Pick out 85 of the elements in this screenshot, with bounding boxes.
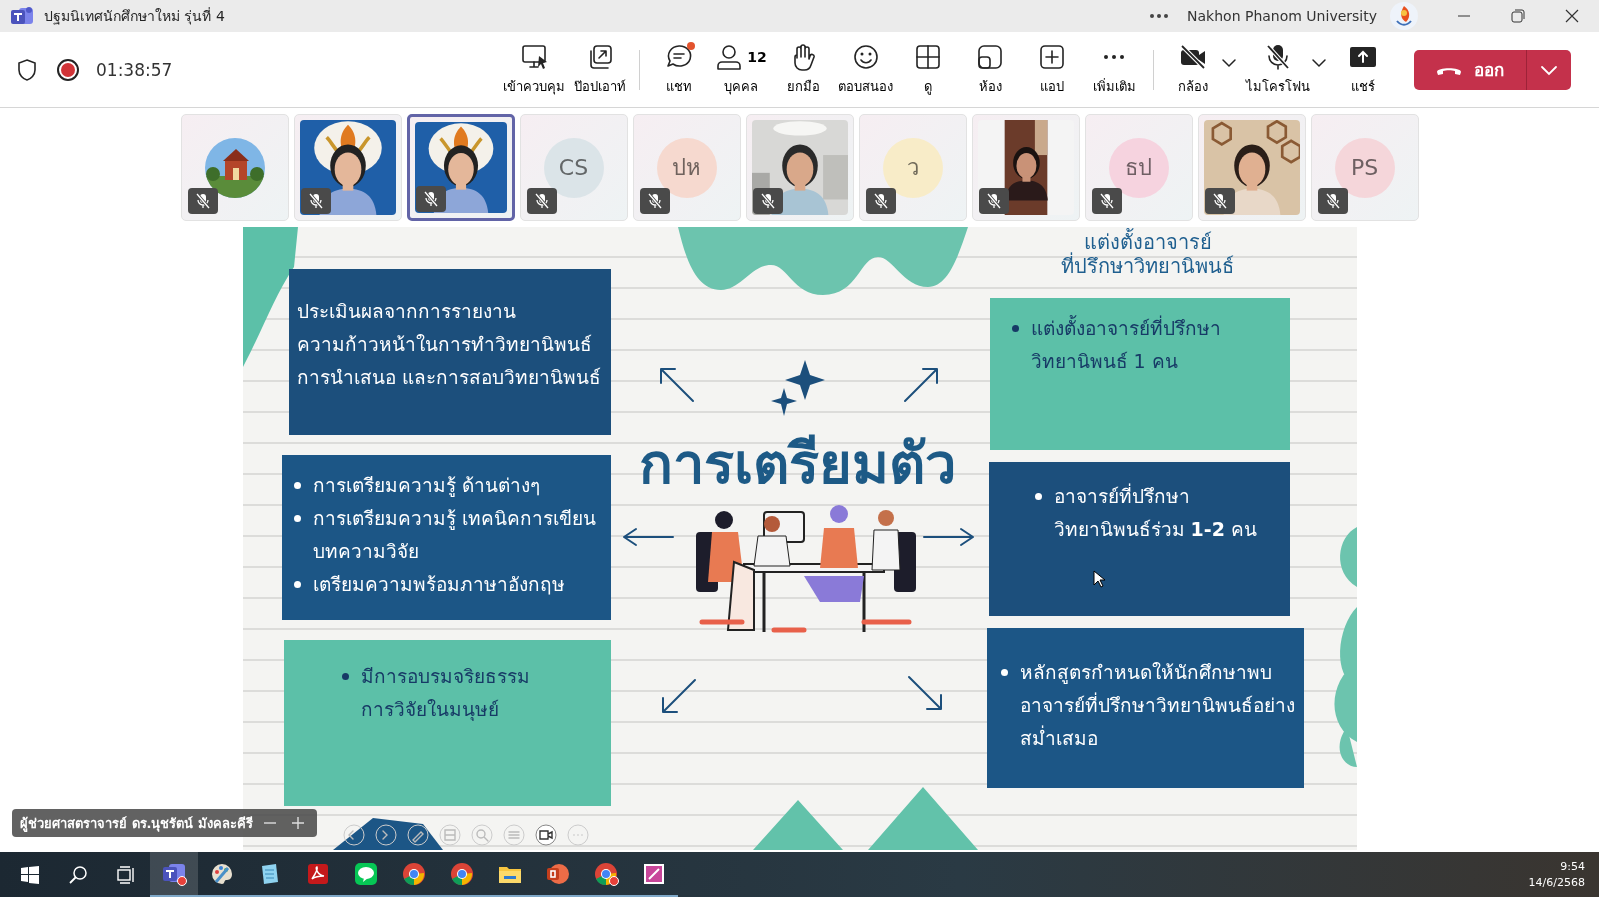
next-icon[interactable] xyxy=(374,824,397,846)
participant-tile[interactable]: ปห xyxy=(632,114,741,221)
bullet-text: เตรียมความพร้อมภาษาอังกฤษ xyxy=(312,572,565,597)
rooms-button[interactable]: ห้อง xyxy=(959,42,1021,97)
mic-off-icon xyxy=(1264,43,1292,71)
plus-icon xyxy=(291,816,305,830)
react-button[interactable]: ตอบสนอง xyxy=(834,42,897,97)
close-icon xyxy=(1565,9,1579,23)
popout-button[interactable]: ป๊อปเอาท์ xyxy=(569,42,631,97)
participant-tile[interactable]: ว xyxy=(858,114,967,221)
screen-cursor-icon xyxy=(520,43,548,71)
bullet-icon xyxy=(1000,669,1008,676)
bullet-text: อาจารย์ที่ปรึกษา วิทยานิพนธ์ร่วม 1-2 คน xyxy=(1053,482,1257,542)
more-icon xyxy=(1103,54,1125,60)
raise-hand-button[interactable]: ยกมือ xyxy=(772,42,834,97)
mouse-pointer-icon xyxy=(1092,570,1105,588)
clock-time: 9:54 xyxy=(1560,858,1585,875)
teams-logo-icon xyxy=(10,6,34,26)
restore-icon xyxy=(1511,9,1525,23)
video-icon[interactable] xyxy=(534,824,557,846)
view-button[interactable]: ดู xyxy=(897,42,959,97)
taskbar-app-button[interactable] xyxy=(150,852,198,897)
people-button[interactable]: 12 บุคคล xyxy=(710,42,772,97)
clock-date: 14/6/2568 xyxy=(1528,874,1585,891)
bullet-text: แต่งตั้งอาจารย์ที่ปรึกษา วิทยานิพนธ์ 1 คน xyxy=(1030,314,1221,374)
bullet-icon xyxy=(1011,325,1019,332)
participant-tile[interactable] xyxy=(406,114,515,221)
previous-icon[interactable] xyxy=(342,824,365,846)
leave-button[interactable]: ออก xyxy=(1414,49,1526,90)
share-button[interactable]: แชร์ xyxy=(1332,42,1394,97)
grid-icon xyxy=(914,43,942,71)
bullet-text: การเตรียมความรู้ ด้านต่างๆ xyxy=(312,473,540,499)
more-icon xyxy=(1149,13,1170,19)
more-button[interactable]: เพิ่มเติม xyxy=(1083,42,1145,97)
camera-button[interactable]: กล้อง xyxy=(1162,42,1224,97)
call-timer: 01:38:57 xyxy=(96,59,173,80)
palette-icon xyxy=(210,861,234,886)
drawing-app-icon xyxy=(642,861,666,886)
arrow-icon xyxy=(620,527,676,547)
windows-icon xyxy=(21,865,39,884)
take-control-button[interactable]: เข้าควบคุม xyxy=(499,42,569,97)
browser-icon xyxy=(450,861,474,886)
participant-tile[interactable]: CS xyxy=(519,114,628,221)
avatar-initials: ว xyxy=(882,137,943,198)
bullet-text: มีการอบรมจริยธรรม การวิจัยในมนุษย์ xyxy=(360,664,530,723)
smiley-icon xyxy=(851,43,880,71)
participant-tile[interactable]: ธป xyxy=(1084,114,1193,221)
search-icon xyxy=(69,865,87,884)
apps-button[interactable]: แอป xyxy=(1021,42,1083,97)
avatar-initials: CS xyxy=(543,137,604,198)
rooms-icon xyxy=(976,43,1004,71)
arrow-icon xyxy=(921,527,977,547)
presenter-name: ผู้ช่วยศาสตราจารย์ ดร.นุชรัตน์ มังคละคีรี xyxy=(20,814,253,834)
participant-tile[interactable]: PS xyxy=(1310,114,1419,221)
chat-button[interactable]: แชท xyxy=(648,42,710,97)
pen-icon[interactable] xyxy=(406,824,429,846)
slide-heading: แต่งตั้งอาจารย์ ที่ปรึกษาวิทยานิพนธ์ xyxy=(1060,230,1235,278)
bullet-icon xyxy=(341,673,349,680)
organization-name: Nakhon Phanom University xyxy=(1187,8,1377,24)
slides-icon xyxy=(546,861,570,886)
camera-off-icon xyxy=(1179,43,1207,71)
microphone-button[interactable]: ไมโครโฟน xyxy=(1242,42,1314,97)
bullet-icon xyxy=(293,515,301,522)
card-text: ประเมินผลจากการรายงาน ความก้าวหน้าในการทำวิทยานิพนธ์ การนำเสนอ และการสอบวิทยานิพนธ์ xyxy=(296,299,602,390)
slide-title: การเตรียมตัว xyxy=(638,430,957,498)
bullet-icon xyxy=(293,482,301,489)
organization-logo-icon xyxy=(1389,1,1419,31)
bullet-text: การเตรียมความรู้ เทคนิคการเขียน บทความวิจัย xyxy=(312,506,596,564)
bullet-icon xyxy=(293,581,301,588)
chat-bubble-icon xyxy=(354,861,378,886)
person-icon xyxy=(715,43,744,71)
add-icon xyxy=(1038,43,1066,71)
leave-options-button[interactable] xyxy=(1526,49,1571,90)
avatar-initials: ธป xyxy=(1108,137,1169,198)
bullet-icon xyxy=(1034,493,1042,500)
avatar-initials: ปห xyxy=(656,137,717,198)
bullet-text: หลักสูตรกำหนดให้นักศึกษาพบ อาจารย์ที่ปรึกษาวิทยานิพนธ์อย่าง สม่ำเสมอ xyxy=(1019,660,1295,751)
avatar-initials: PS xyxy=(1334,137,1395,198)
window-title: ปฐมนิเทศนักศึกษาใหม่ รุ่นที่ 4 xyxy=(44,6,225,27)
pdf-icon xyxy=(306,861,330,886)
alert-badge-icon xyxy=(609,876,619,886)
browser-icon xyxy=(402,861,426,886)
alert-badge-icon xyxy=(177,876,187,886)
shield-icon xyxy=(16,57,38,82)
task-view-icon xyxy=(117,865,135,884)
